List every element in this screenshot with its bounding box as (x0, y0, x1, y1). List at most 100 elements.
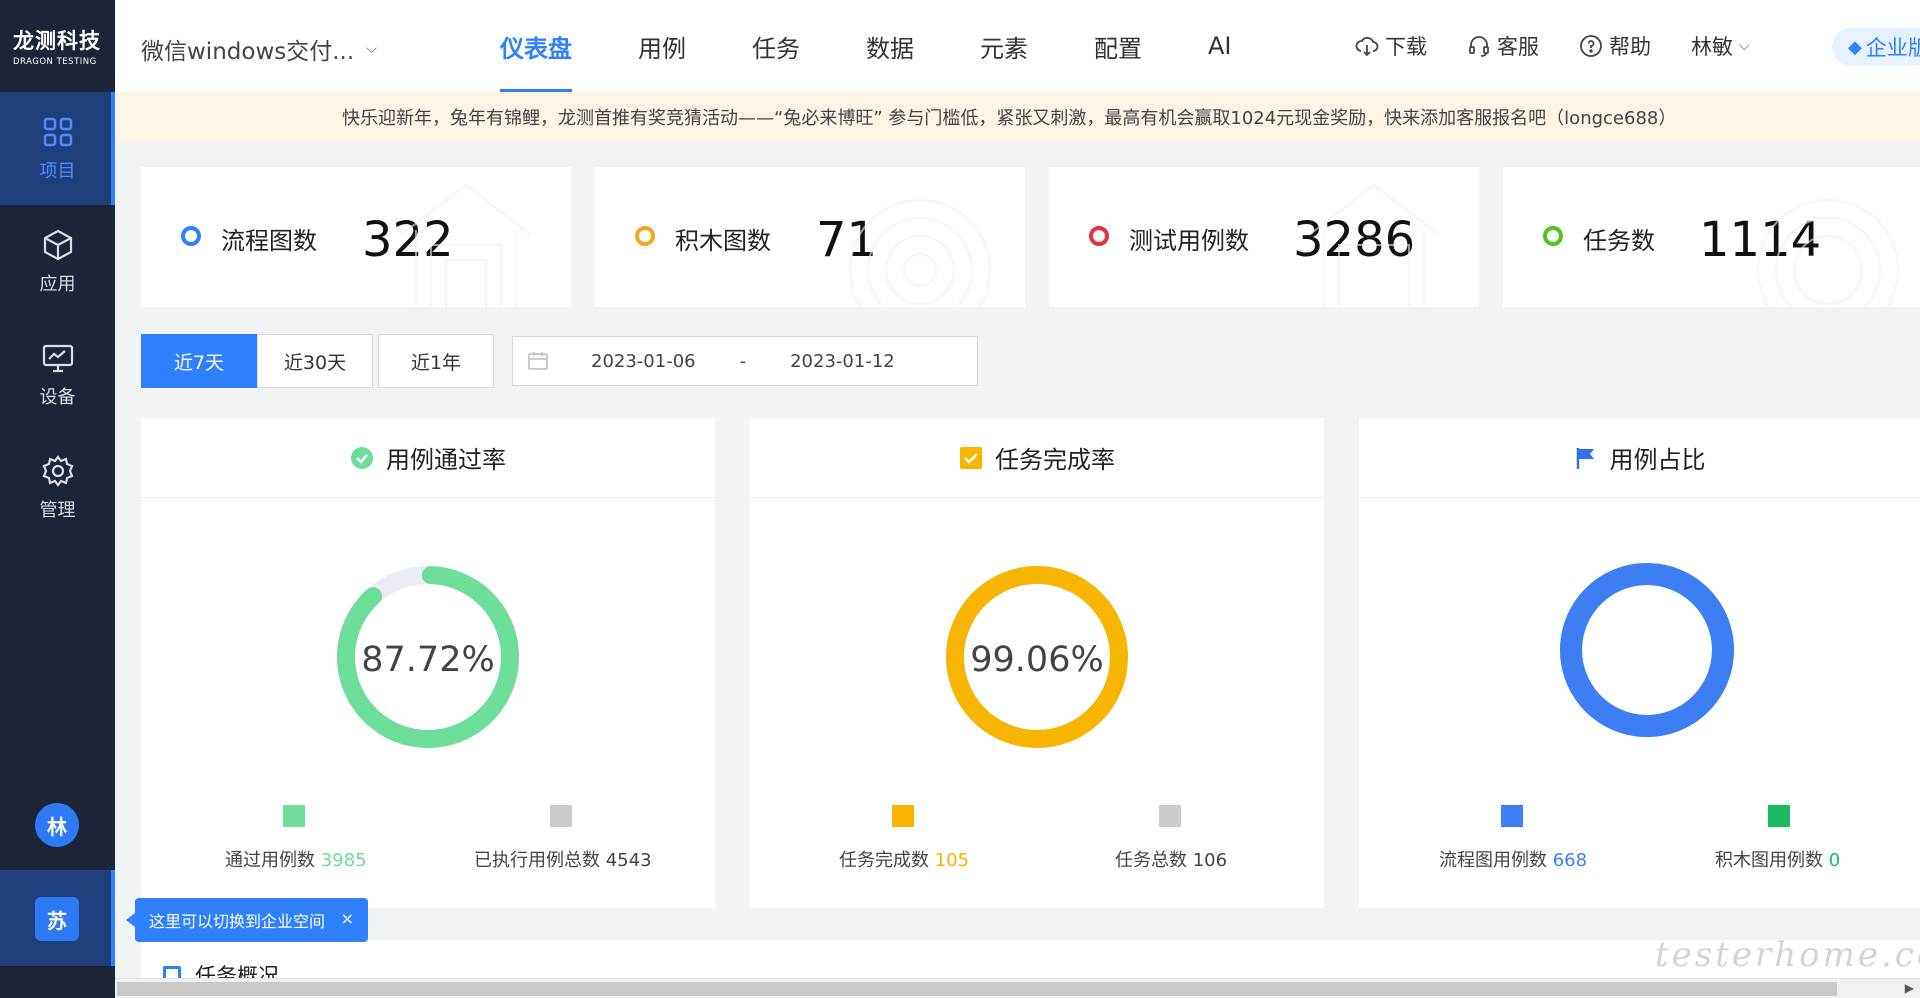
legend-value: 4543 (605, 850, 652, 871)
stat-dot-icon (635, 226, 655, 246)
topbar: 微信windows交付... ⌵ 仪表盘 用例 任务 数据 元素 配置 AI 下… (115, 0, 1920, 92)
tab-data[interactable]: 数据 (866, 0, 914, 92)
legend-label: 已执行用例总数 (474, 850, 600, 871)
legend-swatch (283, 805, 305, 827)
house-watermark-icon (400, 183, 532, 307)
sidebar: 龙测科技 DRAGON TESTING 项目 应用 设备 管理 (0, 0, 115, 998)
service-label: 客服 (1497, 35, 1539, 59)
user-name: 林敏 (1691, 35, 1733, 59)
legend-label: 积木图用例数 (1715, 850, 1823, 871)
calendar-icon (528, 352, 548, 370)
case-share-donut (1560, 563, 1734, 737)
tab-tasks[interactable]: 任务 (752, 0, 800, 92)
tab-dashboard[interactable]: 仪表盘 (500, 0, 572, 92)
enterprise-button[interactable]: ◆ 企业版 (1832, 28, 1920, 66)
legend-total: 任务总数 106 (1115, 846, 1227, 872)
project-select[interactable]: 微信windows交付... ⌵ (141, 32, 377, 66)
legend-executed: 已执行用例总数 4543 (474, 846, 652, 872)
main-menu: 仪表盘 用例 任务 数据 元素 配置 AI (500, 0, 1298, 92)
legend-label: 通过用例数 (225, 850, 315, 871)
donut-value-arc (1560, 563, 1734, 737)
cloud-download-icon (1355, 36, 1379, 57)
legend-value: 105 (934, 850, 970, 871)
tab-ai[interactable]: AI (1208, 0, 1232, 92)
donut-center-value: 87.72% (361, 640, 495, 680)
donut-center-value: 99.06% (970, 640, 1104, 680)
gear-icon (42, 454, 73, 487)
user-menu[interactable]: 林敏 ⌵ (1691, 31, 1750, 61)
legend-swatch (1159, 805, 1181, 827)
legend-value: 3985 (320, 850, 367, 871)
range-30d-button[interactable]: 近30天 (257, 334, 373, 388)
sidebar-item-label: 设备 (39, 386, 76, 408)
diamond-icon: ◆ (1848, 36, 1862, 58)
space-avatar[interactable]: 苏 (35, 897, 79, 941)
range-7d-button[interactable]: 近7天 (141, 334, 257, 388)
sidebar-item-label: 管理 (39, 499, 76, 521)
stat-label: 流程图数 (221, 227, 317, 255)
tab-elements[interactable]: 元素 (980, 0, 1028, 92)
range-1y-button[interactable]: 近1年 (378, 334, 494, 388)
target-watermark-icon (849, 199, 991, 307)
stat-card-flow[interactable]: 流程图数 322 (141, 167, 571, 307)
date-separator: - (739, 350, 747, 372)
stat-card-block[interactable]: 积木图数 71 (595, 167, 1025, 307)
enterprise-label: 企业版 (1865, 36, 1920, 60)
legend-swatch (892, 805, 914, 827)
legend-done: 任务完成数 105 (839, 846, 969, 872)
scroll-right-icon[interactable]: ▶ (1905, 981, 1914, 995)
legend-value: 106 (1192, 850, 1228, 871)
download-button[interactable]: 下载 (1355, 31, 1427, 61)
legend-swatch (1768, 805, 1790, 827)
legend-value: 668 (1552, 850, 1588, 871)
chart-card-case-share: 用例占比 流程图用例数 668 积木图用例数 0 (1359, 418, 1920, 908)
sidebar-item-manage[interactable]: 管理 (0, 431, 115, 544)
grid-icon (43, 117, 72, 146)
chevron-down-icon: ⌵ (366, 41, 377, 57)
legend-flow: 流程图用例数 668 (1439, 846, 1587, 872)
sidebar-item-project[interactable]: 项目 (0, 92, 115, 205)
sidebar-item-device[interactable]: 设备 (0, 318, 115, 431)
sidebar-item-app[interactable]: 应用 (0, 205, 115, 318)
stat-label: 测试用例数 (1129, 227, 1249, 255)
brand-name-en: DRAGON TESTING (13, 57, 97, 67)
house-watermark-icon (1308, 183, 1440, 307)
legend-swatch (550, 805, 572, 827)
brand-logo[interactable]: 龙测科技 DRAGON TESTING (0, 0, 115, 92)
legend-label: 流程图用例数 (1439, 850, 1547, 871)
announcement-banner: 快乐迎新年，兔年有锦鲤，龙测首推有奖竞猜活动——“兔必来博旺” 参与门槛低，紧张… (115, 92, 1920, 142)
date-range-picker[interactable]: 2023-01-06 - 2023-01-12 (512, 336, 978, 386)
date-range-buttons: 近7天 近30天 近1年 (141, 334, 499, 388)
brand-name-cn: 龙测科技 (13, 29, 101, 53)
help-button[interactable]: 帮助 (1579, 31, 1651, 61)
stat-dot-icon (1543, 226, 1563, 246)
service-button[interactable]: 客服 (1467, 31, 1539, 61)
legend-value: 0 (1828, 850, 1841, 871)
start-date[interactable]: 2023-01-06 (591, 351, 696, 372)
site-watermark: testerhome.com (1655, 935, 1920, 975)
space-switch-tooltip: 这里可以切换到企业空间 × (126, 898, 368, 942)
legend-label: 任务完成数 (839, 850, 929, 871)
cube-icon (43, 229, 72, 260)
stat-label: 积木图数 (675, 227, 771, 255)
sidebar-item-label: 项目 (39, 160, 76, 182)
target-watermark-icon (1757, 199, 1899, 307)
user-avatar[interactable]: 林 (35, 803, 79, 847)
tab-config[interactable]: 配置 (1094, 0, 1142, 92)
chart-card-task-rate: 任务完成率 99.06% 任务完成数 105 任务总数 106 (750, 418, 1324, 908)
horizontal-scrollbar[interactable]: ▶ (115, 978, 1920, 998)
chart-card-pass-rate: 用例通过率 87.72% 通过用例数 3985 已执行用例总数 4543 (141, 418, 715, 908)
legend-swatch (1501, 805, 1523, 827)
headset-icon (1469, 36, 1489, 57)
monitor-icon (42, 344, 73, 372)
project-name: 微信windows交付... (141, 39, 355, 65)
stat-card-testcase[interactable]: 测试用例数 3286 (1049, 167, 1479, 307)
legend-label: 任务总数 (1115, 850, 1187, 871)
stat-card-task[interactable]: 任务数 1114 (1503, 167, 1920, 307)
close-icon[interactable]: × (341, 909, 354, 928)
tab-cases[interactable]: 用例 (638, 0, 686, 92)
help-circle-icon (1580, 35, 1602, 57)
end-date[interactable]: 2023-01-12 (790, 351, 895, 372)
scrollbar-thumb[interactable] (117, 982, 1837, 996)
stat-dot-icon (181, 226, 201, 246)
